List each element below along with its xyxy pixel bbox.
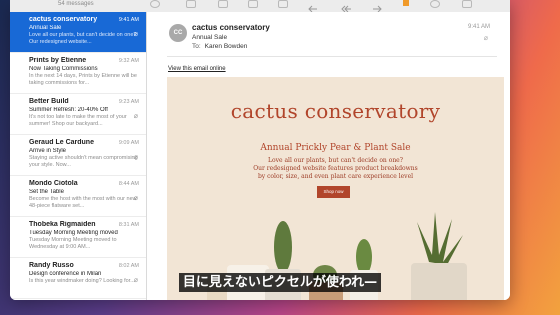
video-subtitle: 目に見えないピクセルが使われ— (0, 271, 560, 292)
message-time: 9:09 AM (118, 140, 139, 146)
message-item[interactable]: Better Build 9:23 AM Summer Refresh: 20-… (10, 94, 146, 135)
message-subject: Tuesday Morning Meeting moved (29, 230, 118, 236)
message-viewer: CC cactus conservatory Annual Sale To: Ka… (147, 12, 510, 300)
message-subject: Now Taking Commissions (29, 66, 98, 72)
message-preview: It's not too late to make the most of yo… (29, 114, 127, 127)
subtitle-text: 目に見えないピクセルが使われ— (178, 273, 382, 292)
more-icon[interactable] (462, 0, 472, 8)
message-sender: Better Build (29, 98, 69, 105)
message-subject: Arrive in Style (29, 148, 67, 154)
message-preview: Staying active shouldn't mean compromisi… (29, 155, 138, 168)
message-preview: Love all our plants, but can't decide on… (29, 32, 137, 45)
message-count: 54 messages (58, 1, 94, 7)
email-recipient: To: Karen Bowden (192, 43, 247, 50)
message-item[interactable]: Prints by Etienne 9:32 AM Now Taking Com… (10, 53, 146, 94)
message-time: 8:31 AM (118, 222, 139, 228)
view-online-link[interactable]: View this email online (168, 66, 226, 72)
reply-icon[interactable] (308, 0, 318, 13)
promo-line: Love all our plants, but can't decide on… (268, 157, 403, 164)
message-time: 8:02 AM (118, 263, 139, 269)
message-subject: Summer Refresh: 20-40% Off (29, 107, 108, 113)
shop-now-button[interactable]: Shop now (317, 186, 350, 198)
message-sender: Randy Russo (29, 262, 74, 269)
message-subject: Annual Sale (29, 25, 62, 31)
paperclip-icon: ⌀ (133, 195, 138, 202)
promo-line: Our redesigned website features product … (253, 165, 418, 172)
message-preview: Tuesday Morning Meeting moved to Wednesd… (29, 237, 117, 250)
promo-line: by color, size, and even plant care expe… (257, 173, 414, 180)
message-list: cactus conservatory 9:41 AM Annual Sale … (10, 12, 147, 300)
cactus (274, 221, 292, 273)
archive-icon[interactable] (218, 0, 228, 8)
message-preview: In the next 14 days, Prints by Etienne w… (29, 73, 137, 86)
message-preview: Become the host with the most with our n… (29, 196, 137, 209)
filter-icon[interactable] (150, 0, 160, 8)
mail-window: 54 messages cactus conservatory 9:41 AM … (10, 0, 510, 300)
email-time: 9:41 AM (467, 24, 490, 30)
compose-icon[interactable] (186, 0, 196, 8)
reply-all-icon[interactable] (340, 0, 351, 13)
paperclip-icon: ⌀ (133, 31, 138, 38)
message-sender: Thobeka Rigmaiden (29, 221, 96, 228)
message-item[interactable]: cactus conservatory 9:41 AM Annual Sale … (10, 12, 146, 53)
message-sender: cactus conservatory (29, 16, 98, 23)
message-sender: Geraud Le Cardune (29, 139, 94, 146)
paperclip-icon: ⌀ (133, 113, 138, 120)
promo-copy: Love all our plants, but can't decide on… (167, 157, 504, 181)
to-label: To: (192, 43, 201, 50)
message-time: 9:23 AM (118, 99, 139, 105)
cactus (356, 239, 372, 275)
trash-icon[interactable] (248, 0, 258, 8)
forward-icon[interactable] (372, 0, 382, 13)
recipient-name: Karen Bowden (204, 43, 248, 50)
flag-icon[interactable] (403, 0, 409, 6)
message-item[interactable]: Thobeka Rigmaiden 8:31 AM Tuesday Mornin… (10, 217, 146, 258)
message-sender: Prints by Etienne (29, 57, 87, 64)
message-sender: Mondo Ciotola (29, 180, 78, 187)
divider (167, 56, 497, 57)
email-subject: Annual Sale (192, 34, 228, 41)
message-item[interactable]: Geraud Le Cardune 9:09 AM Arrive in Styl… (10, 135, 146, 176)
agave-plant (417, 212, 463, 265)
message-subject: Set the Table (29, 189, 64, 195)
message-time: 9:32 AM (118, 58, 139, 64)
message-item[interactable]: Mondo Ciotola 8:44 AM Set the Table Beco… (10, 176, 146, 217)
message-time: 8:44 AM (118, 181, 139, 187)
message-time: 9:41 AM (118, 17, 139, 23)
paperclip-icon: ⌀ (133, 154, 138, 161)
email-sender: cactus conservatory (192, 23, 270, 32)
search-icon[interactable] (430, 0, 440, 8)
paperclip-icon[interactable]: ⌀ (484, 34, 488, 42)
sale-heading: Annual Prickly Pear & Plant Sale (260, 143, 411, 153)
junk-icon[interactable] (278, 0, 288, 8)
brand-logo: cactus conservatory (230, 99, 441, 123)
email-body: cactus conservatory Annual Prickly Pear … (167, 77, 504, 300)
avatar: CC (169, 24, 187, 42)
